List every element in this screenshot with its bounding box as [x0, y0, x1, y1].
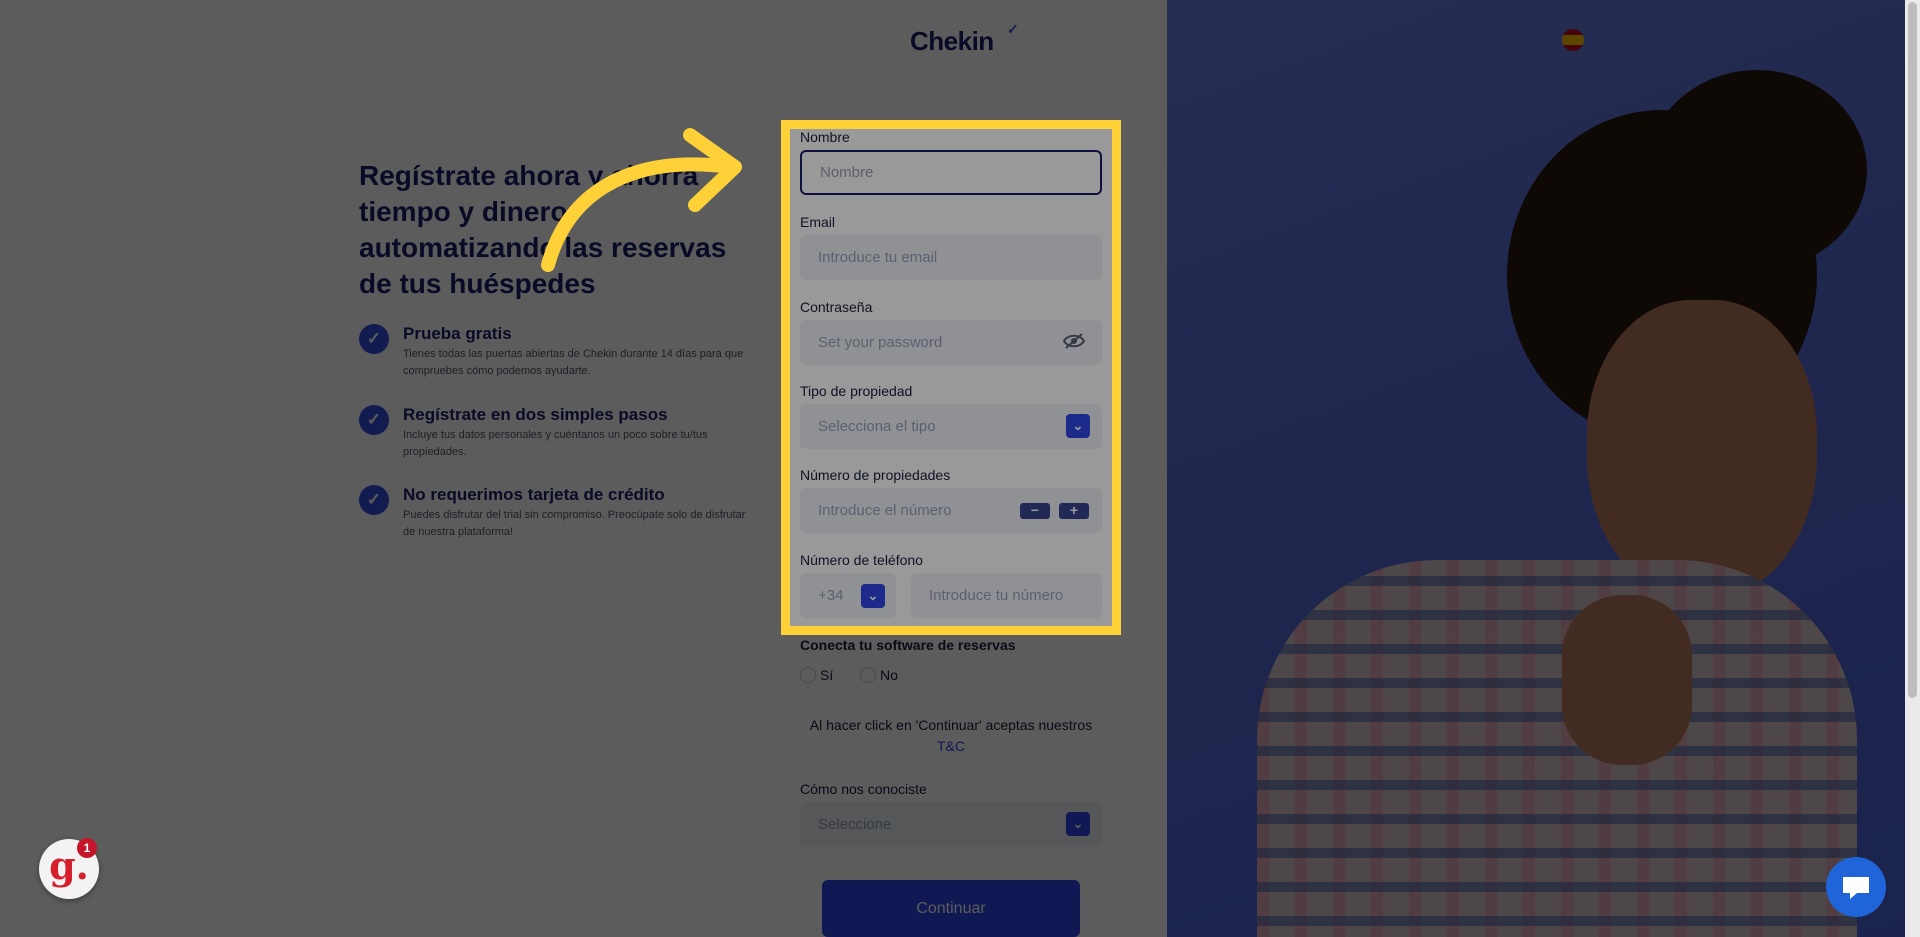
chevron-down-icon[interactable]: ⌄ [1066, 812, 1090, 836]
face-shape [1587, 300, 1817, 600]
scrollbar-thumb[interactable] [1908, 2, 1917, 698]
benefit-title: Regístrate en dos simples pasos [403, 405, 668, 424]
how-found-label: Cómo nos conociste [800, 781, 927, 797]
benefit-title: Prueba gratis [403, 324, 512, 343]
highlight-box [781, 120, 1121, 635]
check-icon: ✓ [359, 485, 389, 515]
benefit-title: No requerimos tarjeta de crédito [403, 485, 665, 504]
terms-text: Al hacer click en 'Continuar' aceptas nu… [809, 717, 1093, 733]
software-yes-label: Sí [820, 667, 834, 683]
spain-flag-icon[interactable] [1562, 29, 1584, 51]
logo-check-icon: ✓ [1007, 21, 1019, 37]
terms-link[interactable]: T&C [800, 738, 1102, 754]
benefit-desc: Incluye tus datos personales y cuéntanos… [403, 429, 708, 458]
benefit-desc: Tienes todas las puertas abiertas de Che… [403, 348, 744, 377]
chat-icon [1843, 877, 1869, 899]
brand-logo[interactable]: Chekin ✓ [910, 21, 1019, 57]
shirt-shape [1257, 560, 1857, 937]
hero-image [1167, 0, 1920, 937]
notification-badge: 1 [77, 838, 97, 858]
hair-bun [1647, 70, 1867, 270]
check-icon: ✓ [359, 405, 389, 435]
software-no-radio[interactable] [860, 667, 876, 683]
benefit-desc: Puedes disfrutar del trial sin compromis… [403, 509, 746, 538]
how-found-select[interactable]: Seleccione [800, 802, 1102, 847]
brand-name: Chekin [910, 26, 994, 56]
continue-button[interactable]: Continuar [822, 880, 1080, 937]
software-yes-radio[interactable] [800, 667, 816, 683]
chat-button[interactable] [1826, 857, 1886, 917]
hands-shape [1562, 595, 1692, 765]
software-label: Conecta tu software de reservas [800, 637, 1016, 653]
check-icon: ✓ [359, 324, 389, 354]
arrow-icon [541, 128, 742, 272]
software-no-label: No [880, 667, 898, 683]
